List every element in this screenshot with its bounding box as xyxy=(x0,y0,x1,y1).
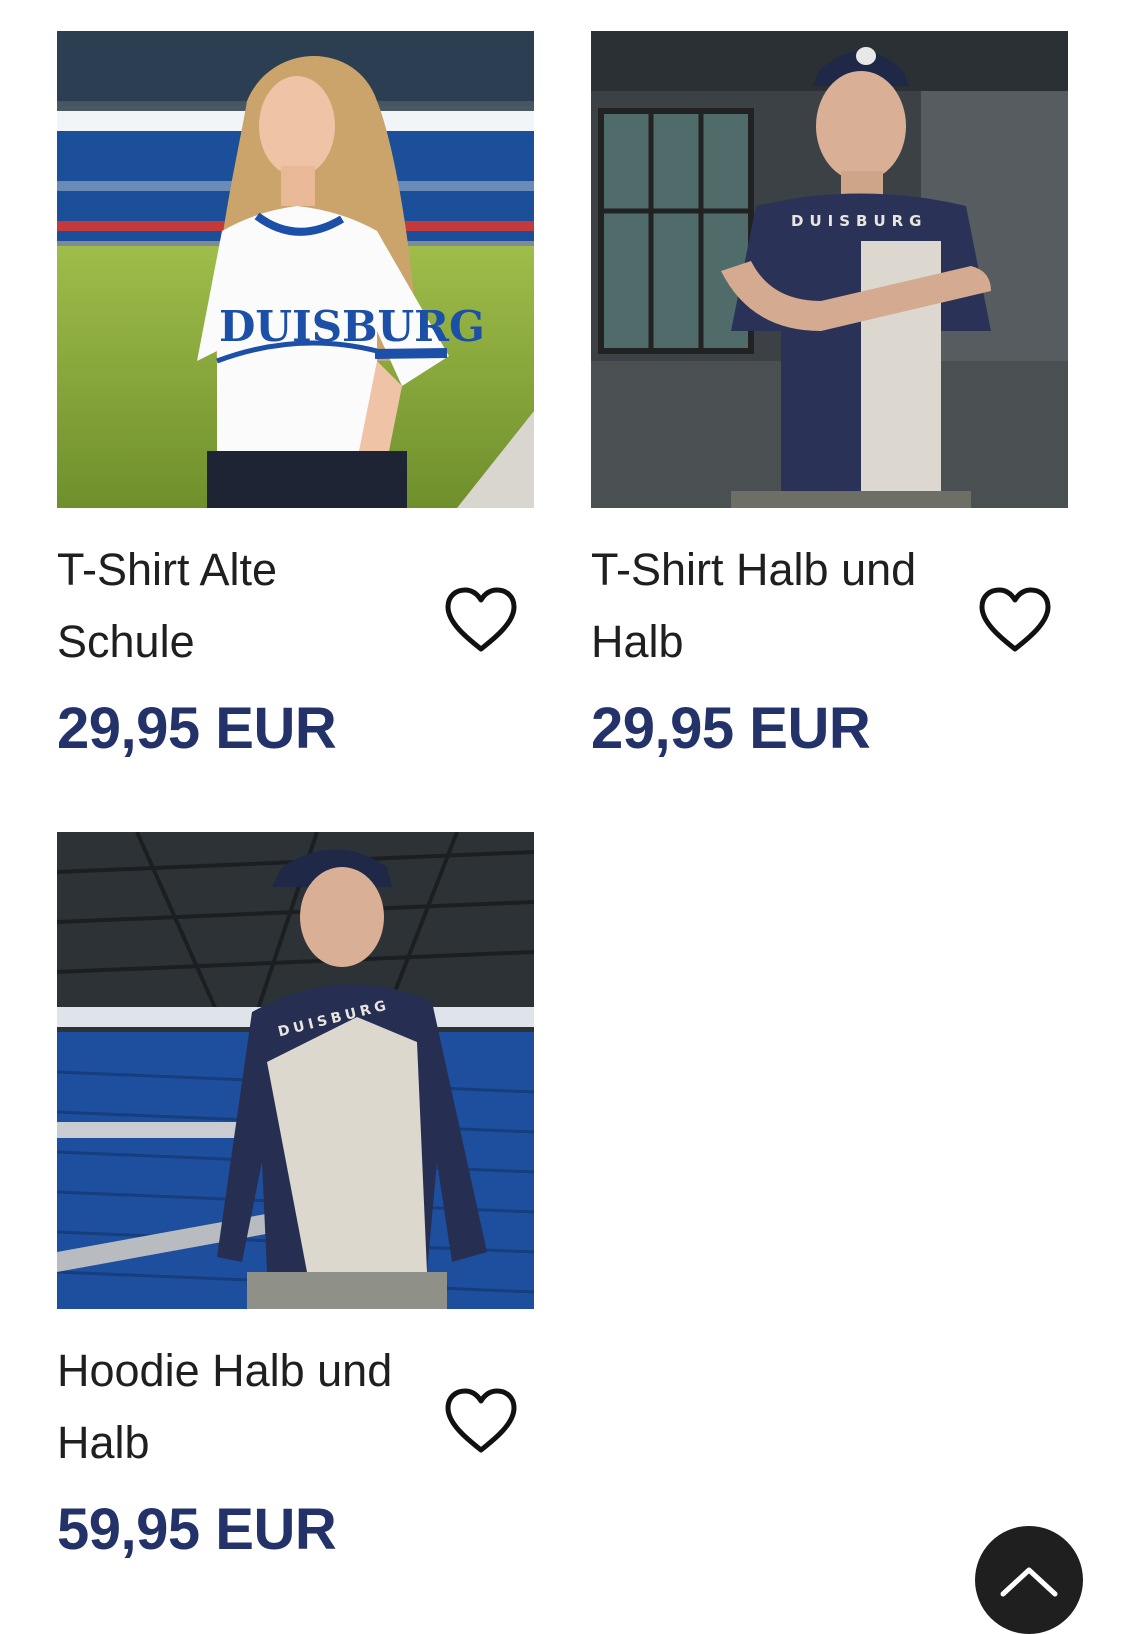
heart-outline-icon xyxy=(979,587,1051,652)
product-title[interactable]: T-Shirt Alte Schule xyxy=(57,534,417,678)
product-image[interactable]: DUISBURG xyxy=(591,31,1068,508)
product-card: DUISBURG T-Shirt Halb und Halb 29,95 EUR xyxy=(591,31,1068,774)
wishlist-button[interactable] xyxy=(443,1383,519,1459)
product-card: DUISBURG Hoodie Halb und Halb 59,95 EUR xyxy=(57,832,534,1575)
chevron-up-icon xyxy=(1000,1567,1058,1597)
heart-outline-icon xyxy=(445,1388,517,1453)
heart-outline-icon xyxy=(445,587,517,652)
product-title[interactable]: Hoodie Halb und Halb xyxy=(57,1335,417,1479)
product-price: 29,95 EUR xyxy=(57,696,337,761)
product-info: T-Shirt Alte Schule 29,95 EUR xyxy=(57,534,534,774)
product-card: DUISBURG T-Shirt Alte Schule 29,95 EUR xyxy=(57,31,534,774)
product-title[interactable]: T-Shirt Halb und Halb xyxy=(591,534,951,678)
product-image[interactable]: DUISBURG xyxy=(57,31,534,508)
product-price: 59,95 EUR xyxy=(57,1497,337,1562)
product-info: Hoodie Halb und Halb 59,95 EUR xyxy=(57,1335,534,1575)
product-photo-man-tshirt: DUISBURG xyxy=(591,31,1068,508)
scroll-to-top-button[interactable] xyxy=(975,1526,1083,1634)
product-price: 29,95 EUR xyxy=(591,696,871,761)
wishlist-button[interactable] xyxy=(443,582,519,658)
product-image[interactable]: DUISBURG xyxy=(57,832,534,1309)
product-photo-stadium-woman: DUISBURG xyxy=(57,31,534,508)
product-photo-man-hoodie: DUISBURG xyxy=(57,832,534,1309)
svg-text:DUISBURG: DUISBURG xyxy=(791,212,928,230)
wishlist-button[interactable] xyxy=(977,582,1053,658)
product-info: T-Shirt Halb und Halb 29,95 EUR xyxy=(591,534,1068,774)
